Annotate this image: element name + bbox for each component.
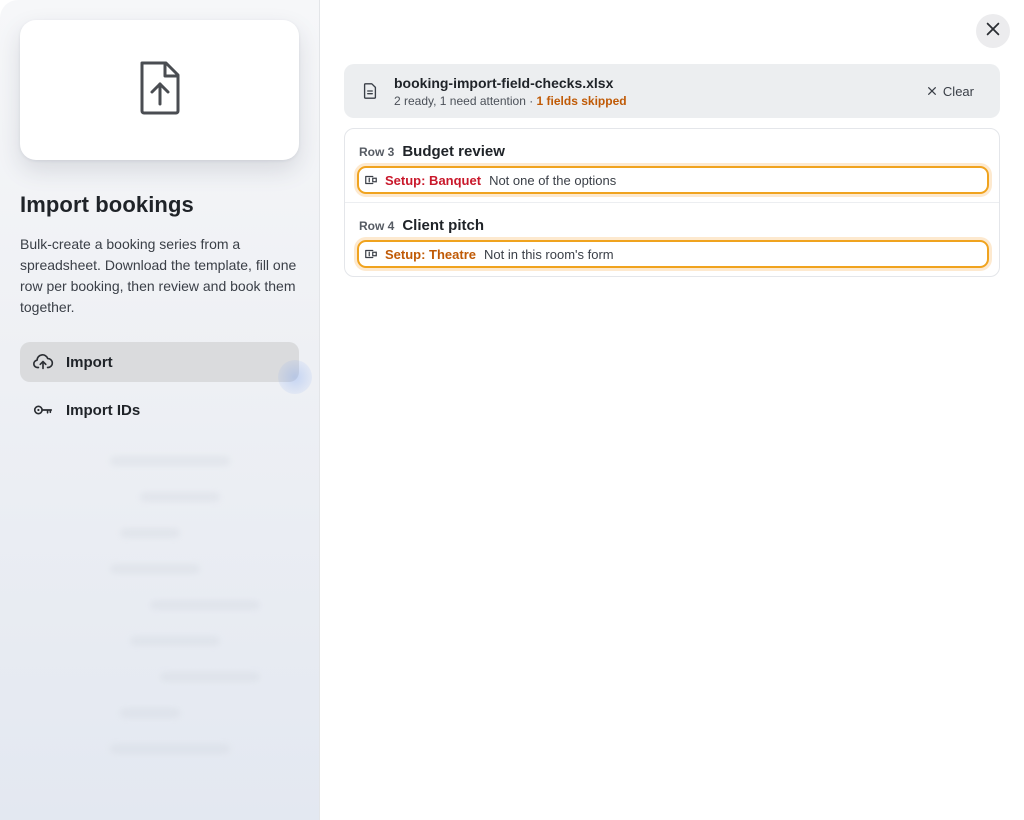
issue-field-name: Setup: Banquet: [385, 172, 482, 188]
close-button[interactable]: [976, 14, 1010, 48]
issue-message: Not one of the options: [489, 172, 617, 188]
uploaded-file-bar: booking-import-field-checks.xlsx 2 ready…: [344, 64, 1000, 118]
table-setup-icon: [363, 172, 379, 188]
issue-message: Not in this room's form: [484, 246, 614, 262]
fields-skipped-count: 1 fields skipped: [536, 93, 627, 108]
clear-button[interactable]: Clear: [917, 78, 984, 105]
main-panel: booking-import-field-checks.xlsx 2 ready…: [320, 0, 1024, 820]
sidebar-item-import[interactable]: Import: [20, 342, 299, 382]
file-status-summary: 2 ready, 1 need attention ·: [394, 93, 537, 108]
sidebar: Import bookings Bulk-create a booking se…: [0, 0, 320, 820]
field-issue[interactable]: Setup: Theatre Not in this room's form: [357, 240, 989, 268]
file-info: booking-import-field-checks.xlsx 2 ready…: [394, 75, 917, 108]
row-title: Budget review: [402, 143, 505, 160]
sidebar-background-decoration: [80, 430, 280, 810]
sidebar-nav: Import Import IDs: [20, 342, 299, 430]
cloud-upload-icon: [32, 351, 54, 373]
field-issue[interactable]: Setup: Banquet Not one of the options: [357, 166, 989, 194]
document-icon: [360, 81, 380, 101]
list-item: Row 4 Client pitch Setup: Theatre Not in…: [345, 202, 999, 276]
row-number: Row 3: [359, 145, 395, 159]
sidebar-item-label: Import: [66, 353, 113, 371]
sidebar-item-label: Import IDs: [66, 401, 141, 419]
import-dialog: Import bookings Bulk-create a booking se…: [0, 0, 1024, 820]
list-item: Row 3 Budget review Setup: Banquet Not o…: [345, 129, 999, 202]
focus-glow: [278, 360, 312, 394]
close-icon: [984, 20, 1002, 43]
file-status: 2 ready, 1 need attention · 1 fields ski…: [394, 94, 917, 108]
table-setup-icon: [363, 246, 379, 262]
file-upload-icon: [136, 59, 184, 122]
hero-card: [20, 20, 299, 160]
row-issues-list: Row 3 Budget review Setup: Banquet Not o…: [344, 128, 1000, 277]
row-number: Row 4: [359, 219, 395, 233]
issue-field-name: Setup: Theatre: [385, 246, 477, 262]
row-title: Client pitch: [402, 217, 485, 234]
close-icon: [927, 84, 937, 99]
file-name: booking-import-field-checks.xlsx: [394, 74, 614, 91]
sidebar-item-import-ids[interactable]: Import IDs: [20, 390, 299, 430]
page-title: Import bookings: [20, 192, 194, 217]
page-description: Bulk-create a booking series from a spre…: [20, 236, 297, 315]
key-icon: [32, 399, 54, 421]
clear-button-label: Clear: [942, 83, 974, 99]
